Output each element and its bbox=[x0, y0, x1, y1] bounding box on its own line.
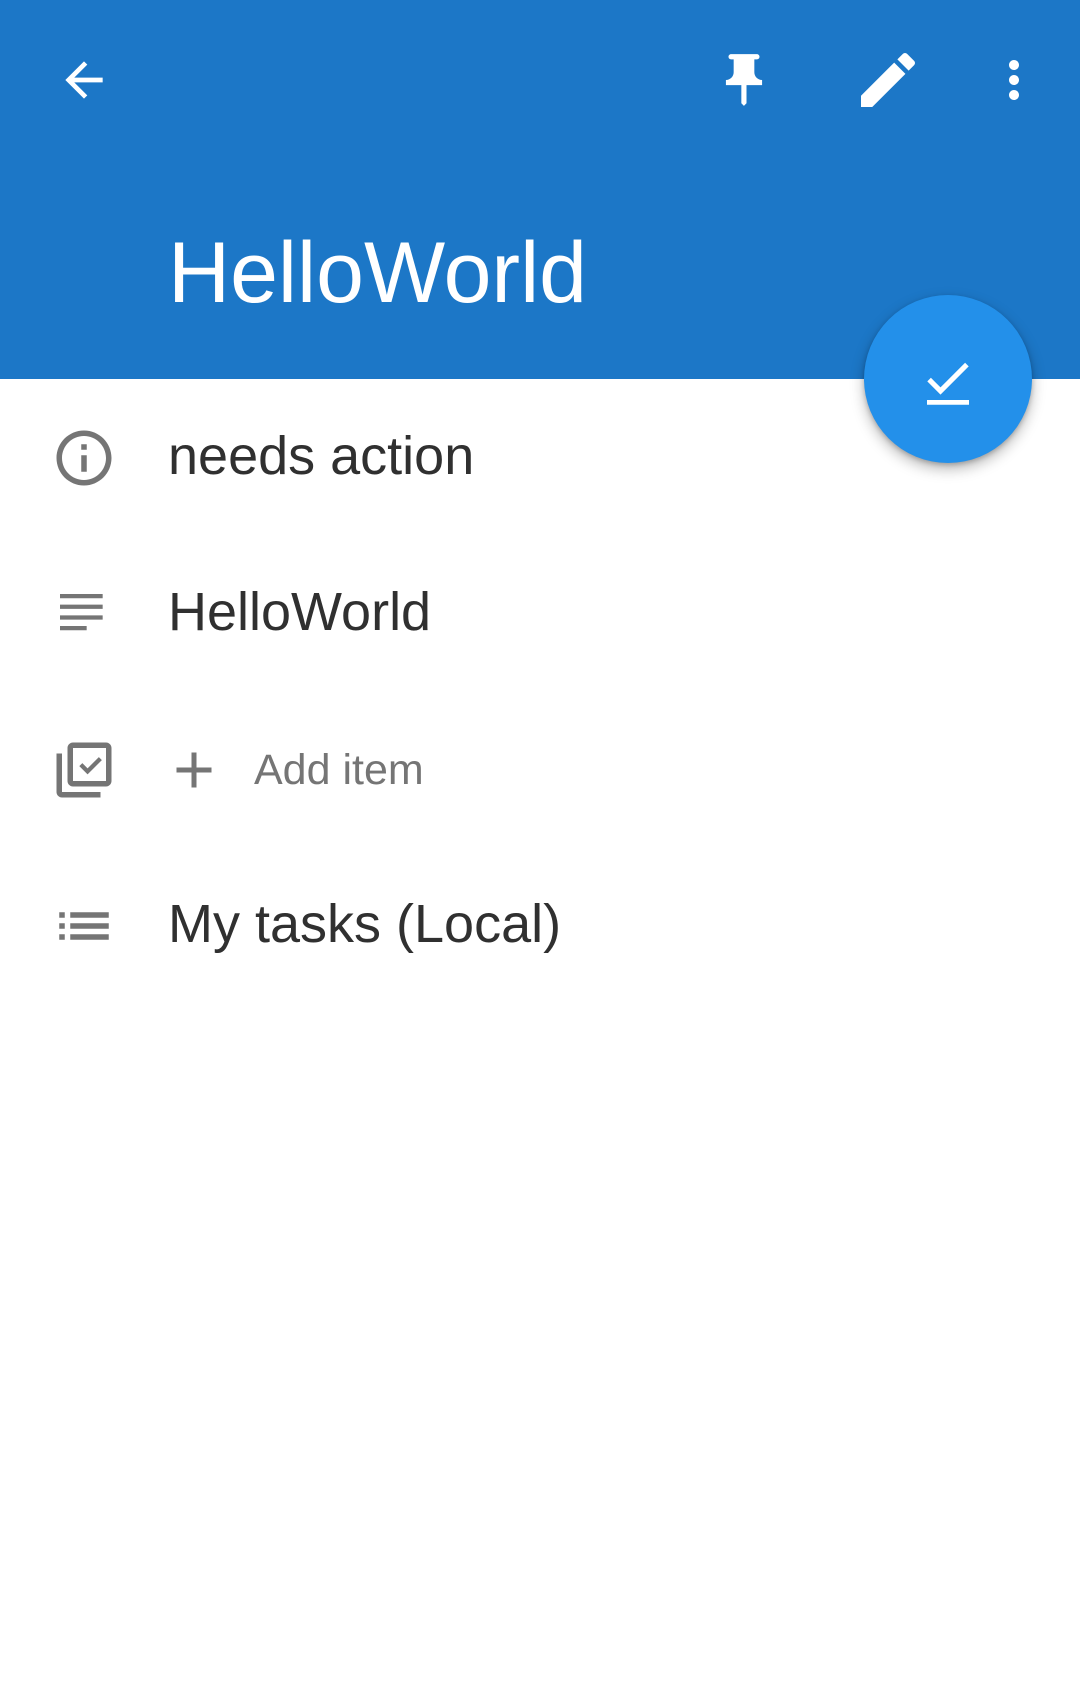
more-options-button[interactable] bbox=[970, 40, 1058, 120]
add-item-button[interactable] bbox=[160, 736, 228, 804]
status-text: needs action bbox=[168, 426, 475, 486]
checklist-row: Add item bbox=[0, 692, 1080, 848]
description-text: HelloWorld bbox=[168, 582, 432, 642]
pin-icon bbox=[725, 54, 763, 106]
task-list-row[interactable]: My tasks (Local) bbox=[0, 848, 1080, 1004]
task-detail-screen: HelloWorld needs action HelloWorld Add i… bbox=[0, 0, 1080, 1699]
plus-icon bbox=[176, 752, 212, 788]
pin-button[interactable] bbox=[700, 40, 788, 120]
arrow-back-icon bbox=[65, 61, 103, 99]
status-row[interactable]: needs action bbox=[0, 380, 1080, 536]
description-row[interactable]: HelloWorld bbox=[0, 536, 1080, 692]
info-icon bbox=[44, 418, 124, 498]
task-list-name: My tasks (Local) bbox=[168, 894, 562, 954]
back-button[interactable] bbox=[40, 40, 128, 120]
task-title: HelloWorld bbox=[168, 225, 587, 321]
more-vert-icon bbox=[1009, 60, 1019, 100]
checklist-icon bbox=[44, 730, 124, 810]
add-item-label[interactable]: Add item bbox=[254, 746, 424, 795]
list-icon bbox=[44, 886, 124, 966]
edit-button[interactable] bbox=[844, 40, 932, 120]
notes-icon bbox=[44, 574, 124, 654]
edit-pencil-icon bbox=[861, 52, 916, 107]
